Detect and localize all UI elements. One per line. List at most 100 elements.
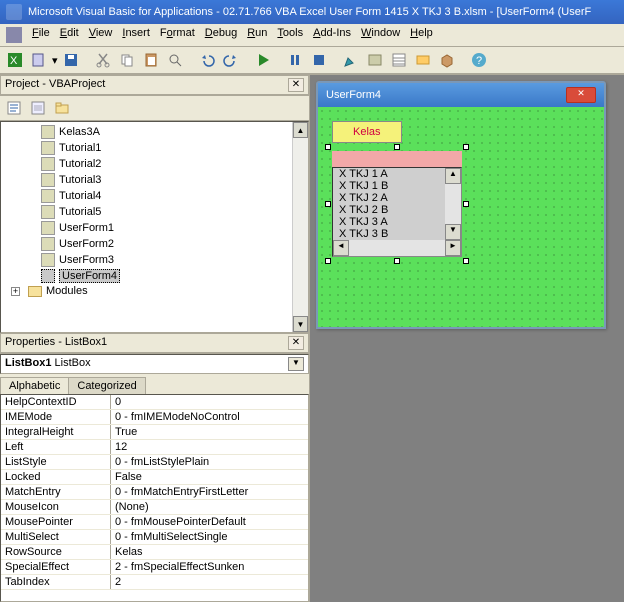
form-body[interactable]: Kelas X TKJ 1 AX TKJ 1 BX TKJ 2 AX TKJ 2… [318,107,604,327]
tree-item[interactable]: Tutorial1 [41,140,306,156]
menu-view[interactable]: View [89,27,113,43]
list-item[interactable]: X TKJ 1 B [333,180,445,192]
redo-button[interactable] [220,49,242,71]
project-tree[interactable]: Kelas3ATutorial1Tutorial2Tutorial3Tutori… [0,121,309,333]
menu-edit[interactable]: Edit [60,27,79,43]
view-code-button[interactable] [4,98,24,118]
save-button[interactable] [60,49,82,71]
list-item[interactable]: X TKJ 3 A [333,216,445,228]
design-button[interactable] [340,49,362,71]
property-row[interactable]: SpecialEffect2 - fmSpecialEffectSunken [1,560,308,575]
properties-button[interactable] [388,49,410,71]
tree-item[interactable]: Tutorial4 [41,188,306,204]
menu-format[interactable]: Format [160,27,195,43]
tree-scrollbar[interactable]: ▲ ▼ [292,122,308,332]
run-button[interactable] [252,49,274,71]
lb-scroll-right[interactable]: ► [445,240,461,256]
label-kelas[interactable]: Kelas [332,121,402,143]
undo-button[interactable] [196,49,218,71]
find-button[interactable] [164,49,186,71]
property-value[interactable]: 0 - fmIMEModeNoControl [111,410,308,424]
toolbox-button[interactable] [436,49,458,71]
property-value[interactable]: (None) [111,500,308,514]
tree-item[interactable]: Kelas3A [41,124,306,140]
properties-grid[interactable]: HelpContextID0IMEMode0 - fmIMEModeNoCont… [0,394,309,602]
scroll-down-button[interactable]: ▼ [293,316,308,332]
property-value[interactable]: 0 [111,395,308,409]
tree-item[interactable]: Tutorial3 [41,172,306,188]
property-value[interactable]: 2 - fmSpecialEffectSunken [111,560,308,574]
property-row[interactable]: IntegralHeightTrue [1,425,308,440]
object-selector[interactable]: ListBox1 ListBox ▼ [0,354,309,374]
property-value[interactable]: False [111,470,308,484]
scroll-up-button[interactable]: ▲ [293,122,308,138]
view-object-button[interactable] [28,98,48,118]
control-icon[interactable] [6,27,22,43]
object-browser-button[interactable] [412,49,434,71]
tab-categorized[interactable]: Categorized [68,377,145,394]
tree-item[interactable]: UserForm3 [41,252,306,268]
listbox-scrollbar-h[interactable]: ◄ ► [333,240,461,256]
property-row[interactable]: LockedFalse [1,470,308,485]
project-close-button[interactable]: ✕ [288,78,304,92]
property-row[interactable]: ListStyle0 - fmListStylePlain [1,455,308,470]
tree-item[interactable]: Tutorial5 [41,204,306,220]
property-value[interactable]: 0 - fmMatchEntryFirstLetter [111,485,308,499]
property-value[interactable]: 12 [111,440,308,454]
listbox1[interactable]: X TKJ 1 AX TKJ 1 BX TKJ 2 AX TKJ 2 BX TK… [332,167,462,257]
property-row[interactable]: MultiSelect0 - fmMultiSelectSingle [1,530,308,545]
tree-item[interactable]: UserForm1 [41,220,306,236]
menu-help[interactable]: Help [410,27,433,43]
listbox-container[interactable]: X TKJ 1 AX TKJ 1 BX TKJ 2 AX TKJ 2 BX TK… [332,151,462,257]
property-value[interactable]: 0 - fmListStylePlain [111,455,308,469]
menu-addins[interactable]: Add-Ins [313,27,351,43]
property-row[interactable]: MouseIcon(None) [1,500,308,515]
cut-button[interactable] [92,49,114,71]
menu-insert[interactable]: Insert [122,27,150,43]
property-row[interactable]: Left12 [1,440,308,455]
property-value[interactable]: 0 - fmMousePointerDefault [111,515,308,529]
menu-file[interactable]: File [32,27,50,43]
tree-item[interactable]: UserForm4 [41,268,306,284]
property-row[interactable]: MousePointer0 - fmMousePointerDefault [1,515,308,530]
break-button[interactable] [284,49,306,71]
property-row[interactable]: TabIndex2 [1,575,308,590]
dropdown-icon[interactable]: ▼ [288,357,304,371]
property-row[interactable]: IMEMode0 - fmIMEModeNoControl [1,410,308,425]
copy-button[interactable] [116,49,138,71]
list-item[interactable]: X TKJ 3 B [333,228,445,240]
list-item[interactable]: X TKJ 2 A [333,192,445,204]
form-close-button[interactable]: ✕ [566,87,596,103]
tab-alphabetic[interactable]: Alphabetic [0,377,69,394]
tree-folder-modules[interactable]: + Modules [11,284,306,298]
menu-debug[interactable]: Debug [205,27,237,43]
expand-icon[interactable]: + [11,287,20,296]
user-form-window[interactable]: UserForm4 ✕ Kelas X TKJ 1 AX TKJ 1 BX TK… [316,81,606,329]
form-titlebar[interactable]: UserForm4 ✕ [318,83,604,107]
menu-tools[interactable]: Tools [277,27,303,43]
property-value[interactable]: True [111,425,308,439]
property-row[interactable]: HelpContextID0 [1,395,308,410]
lb-scroll-up[interactable]: ▲ [445,168,461,184]
property-value[interactable]: Kelas [111,545,308,559]
folder-toggle-button[interactable] [52,98,72,118]
property-row[interactable]: MatchEntry0 - fmMatchEntryFirstLetter [1,485,308,500]
excel-button[interactable]: X [4,49,26,71]
menu-run[interactable]: Run [247,27,267,43]
listbox-scrollbar-v[interactable]: ▲ ▼ [445,168,461,240]
property-value[interactable]: 2 [111,575,308,589]
lb-scroll-down[interactable]: ▼ [445,224,461,240]
menu-window[interactable]: Window [361,27,400,43]
paste-button[interactable] [140,49,162,71]
property-value[interactable]: 0 - fmMultiSelectSingle [111,530,308,544]
project-button[interactable] [364,49,386,71]
list-item[interactable]: X TKJ 2 B [333,204,445,216]
lb-scroll-left[interactable]: ◄ [333,240,349,256]
help-button[interactable]: ? [468,49,490,71]
tree-item[interactable]: UserForm2 [41,236,306,252]
tree-item[interactable]: Tutorial2 [41,156,306,172]
stop-button[interactable] [308,49,330,71]
properties-close-button[interactable]: ✕ [288,336,304,350]
insert-form-button[interactable] [28,49,50,71]
property-row[interactable]: RowSourceKelas [1,545,308,560]
